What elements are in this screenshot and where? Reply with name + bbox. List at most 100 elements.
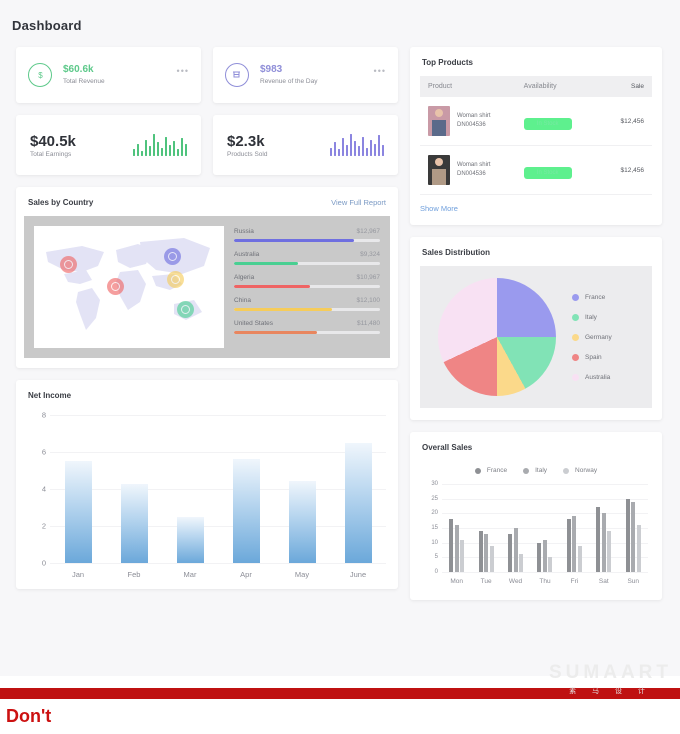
product-name: Woman shirt — [457, 113, 491, 119]
legend-color-dot — [572, 293, 579, 301]
sparkline-bar — [365, 147, 368, 156]
stat-card-total-revenue[interactable]: $ $60.6k Total Revenue ••• — [16, 47, 201, 103]
legend-color-dot — [523, 467, 530, 474]
net-income-chart: 0 2 4 6 8 Jan Feb Mar Apr May June — [16, 409, 398, 589]
country-bar-track — [234, 262, 380, 265]
sparkline-bar — [337, 149, 340, 156]
bar[interactable] — [478, 530, 483, 572]
watermark-text: SUMAART — [549, 662, 672, 683]
stat-card-row: $ $60.6k Total Revenue ••• $983 Revenue … — [16, 47, 398, 103]
bar[interactable] — [484, 533, 489, 572]
sparkline-bar — [160, 147, 163, 156]
top-products-table: Product Availability Sale Woman shirt DN0… — [420, 76, 652, 195]
gridline — [50, 563, 386, 564]
bar[interactable] — [232, 459, 260, 563]
country-bar-track — [234, 239, 380, 242]
panel-header: Sales Distribution — [410, 237, 662, 266]
product-thumbnail — [428, 106, 450, 136]
svg-text:$: $ — [38, 71, 43, 80]
bar[interactable] — [631, 501, 636, 572]
dollar-circle-icon: $ — [28, 63, 52, 87]
overall-sales-legend: France Italy Norway — [410, 461, 662, 484]
big-stat-label: Total Earnings — [30, 151, 72, 158]
bar[interactable] — [542, 539, 547, 572]
footer: SUMAART 素 马 设 计 Don't — [0, 662, 680, 734]
legend-label: Australia — [585, 373, 611, 381]
bar[interactable] — [460, 539, 465, 572]
map-pin-icon[interactable] — [164, 248, 181, 265]
bar[interactable] — [288, 480, 316, 563]
more-options-icon[interactable]: ••• — [374, 67, 386, 76]
map-pin-icon[interactable] — [167, 271, 184, 288]
sparkline-bar — [381, 145, 384, 156]
bar[interactable] — [601, 513, 606, 572]
sparkline-bar — [184, 143, 187, 156]
table-row[interactable]: Woman shirt DN004536 In Stock $12,456 — [420, 146, 652, 195]
bar[interactable] — [537, 542, 542, 572]
product-thumbnail — [428, 155, 450, 185]
map-pin-icon[interactable] — [177, 301, 194, 318]
x-axis-tick-label: May — [294, 570, 310, 579]
pie-chart[interactable] — [438, 278, 556, 396]
big-stat-row: $40.5k Total Earnings $2.3k Products Sol… — [16, 115, 398, 175]
sparkline-bar — [361, 136, 364, 156]
more-options-icon[interactable]: ••• — [177, 67, 189, 76]
stat-card-total-earnings[interactable]: $40.5k Total Earnings — [16, 115, 201, 175]
country-name: China — [234, 297, 251, 304]
column-header-availability: Availability — [523, 83, 557, 90]
bar[interactable] — [577, 545, 582, 572]
panel-title: Sales by Country — [28, 198, 94, 207]
sales-by-country-panel: Sales by Country View Full Report Russia… — [16, 187, 398, 368]
show-more-link[interactable]: Show More — [410, 195, 662, 225]
legend-item[interactable]: France — [474, 467, 508, 474]
bar[interactable] — [548, 557, 553, 572]
bar[interactable] — [344, 442, 372, 563]
legend-item[interactable]: Italy — [523, 467, 547, 474]
net-income-bars — [50, 415, 386, 563]
sparkline-bar — [168, 145, 171, 156]
net-income-x-labels: Jan Feb Mar Apr May June — [50, 570, 386, 579]
view-full-report-link[interactable]: View Full Report — [331, 198, 386, 207]
bar[interactable] — [625, 498, 630, 572]
bar[interactable] — [120, 484, 148, 563]
bar[interactable] — [596, 507, 601, 572]
bar[interactable] — [513, 528, 518, 572]
x-axis-tick-label: Mon — [450, 578, 464, 585]
y-axis-tick-label: 6 — [41, 447, 46, 457]
bar[interactable] — [489, 545, 494, 572]
big-stat-text: $40.5k Total Earnings — [30, 132, 76, 158]
bar[interactable] — [454, 525, 459, 572]
bar-group — [566, 516, 582, 572]
y-axis-tick-label: 15 — [431, 525, 438, 531]
world-map[interactable] — [34, 226, 224, 348]
map-pin-icon[interactable] — [107, 278, 124, 295]
map-pin-icon[interactable] — [60, 256, 77, 273]
bar[interactable] — [572, 516, 577, 572]
stat-card-revenue-of-the-day[interactable]: $983 Revenue of the Day ••• — [213, 47, 398, 103]
bar[interactable] — [607, 530, 612, 572]
stat-card-products-sold[interactable]: $2.3k Products Sold — [213, 115, 398, 175]
sparkline-bar — [140, 150, 143, 156]
bar[interactable] — [176, 516, 204, 563]
legend-item: Germany — [572, 333, 612, 341]
panel-header: Overall Sales — [410, 432, 662, 461]
bar-group — [478, 530, 494, 572]
legend-label: France — [486, 467, 508, 474]
legend-item[interactable]: Norway — [563, 467, 597, 474]
table-row[interactable]: Woman shirt DN004536 In Stock $12,456 — [420, 97, 652, 146]
y-axis-tick-label: 5 — [434, 554, 438, 561]
legend-item: Australia — [572, 373, 612, 381]
bar[interactable] — [508, 533, 513, 572]
bar[interactable] — [519, 554, 524, 572]
country-bar-fill — [234, 262, 299, 265]
bar-group — [508, 528, 524, 572]
status-badge: In Stock — [523, 118, 572, 130]
bar[interactable] — [636, 525, 641, 572]
legend-color-dot — [572, 353, 579, 361]
bar[interactable] — [449, 519, 454, 572]
sparkline-bar — [353, 140, 356, 156]
bar[interactable] — [64, 461, 92, 563]
overall-sales-plot: 0 5 10 15 20 25 30 — [431, 481, 648, 575]
bar[interactable] — [566, 519, 571, 572]
x-axis-tick-label: Thu — [539, 578, 551, 585]
